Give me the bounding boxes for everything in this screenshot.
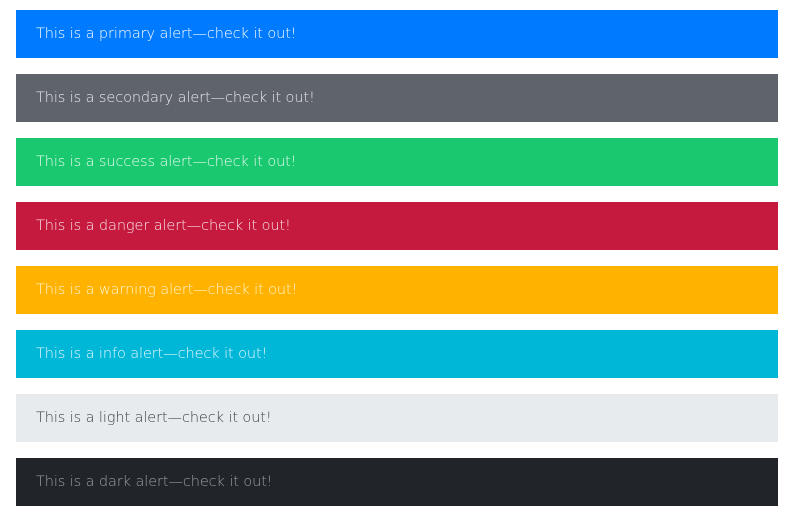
alert-info: This is a info alert—check it out! [16,330,778,378]
alert-primary-text: This is a primary alert—check it out! [36,26,297,42]
alert-success-text: This is a success alert—check it out! [36,154,297,170]
alert-primary: This is a primary alert—check it out! [16,10,778,58]
alert-light-text: This is a light alert—check it out! [36,410,272,426]
alert-secondary-text: This is a secondary alert—check it out! [36,90,315,106]
alert-warning: This is a warning alert—check it out! [16,266,778,314]
alert-dark: This is a dark alert—check it out! [16,458,778,506]
alert-info-text: This is a info alert—check it out! [36,346,268,362]
alert-danger-text: This is a danger alert—check it out! [36,218,291,234]
alert-list: This is a primary alert—check it out! Th… [16,10,778,506]
alert-success: This is a success alert—check it out! [16,138,778,186]
alert-warning-text: This is a warning alert—check it out! [36,282,298,298]
alert-secondary: This is a secondary alert—check it out! [16,74,778,122]
alert-danger: This is a danger alert—check it out! [16,202,778,250]
alert-dark-text: This is a dark alert—check it out! [36,474,273,490]
alert-light: This is a light alert—check it out! [16,394,778,442]
